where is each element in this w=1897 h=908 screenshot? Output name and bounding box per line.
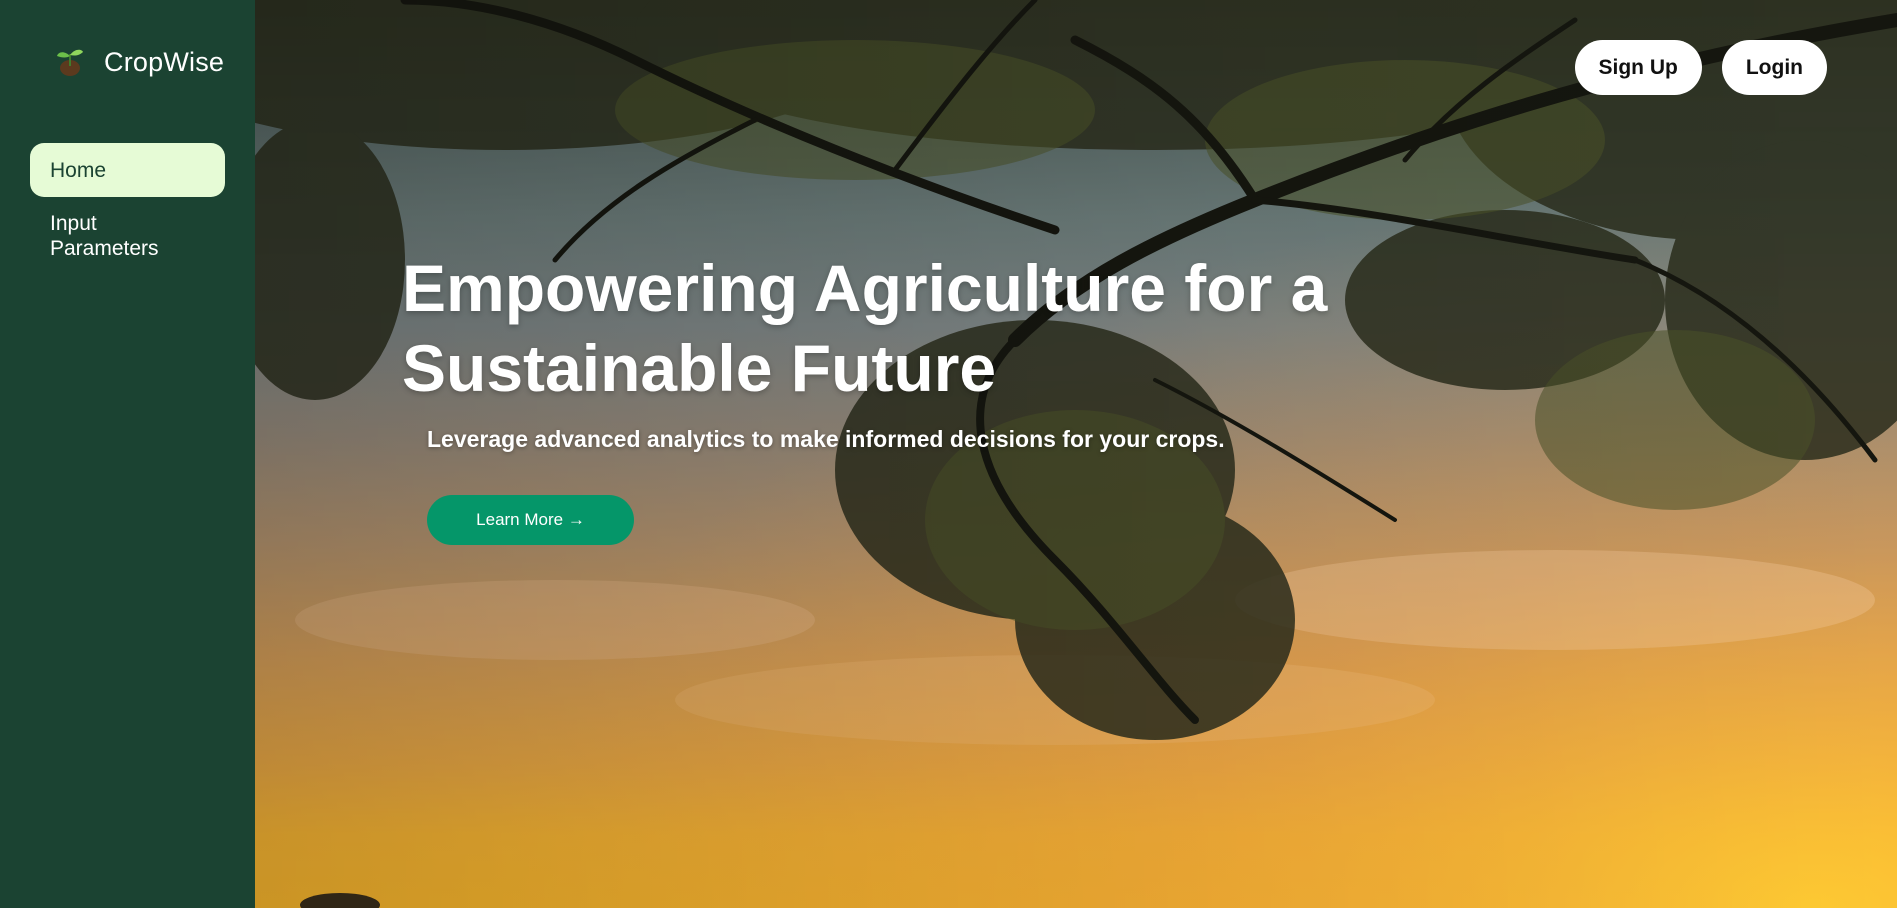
hero-section: Sign Up Login Empowering Agriculture for… [255, 0, 1897, 908]
sidebar: CropWise Home Input Parameters [0, 0, 255, 908]
hero-overlay [255, 0, 1897, 908]
login-button[interactable]: Login [1721, 40, 1827, 95]
sidebar-nav: Home Input Parameters [30, 143, 225, 275]
sidebar-item-home[interactable]: Home [30, 143, 225, 197]
auth-buttons: Sign Up Login [1574, 40, 1827, 95]
brand-name: CropWise [104, 46, 225, 77]
sign-up-button[interactable]: Sign Up [1574, 40, 1702, 95]
brand[interactable]: CropWise [52, 44, 224, 80]
app-root: CropWise Home Input Parameters Sign Up L… [0, 0, 1897, 908]
sprout-logo-icon [57, 49, 83, 76]
sidebar-item-input-parameters[interactable]: Input Parameters [30, 211, 225, 275]
learn-more-button[interactable]: Learn More → [427, 495, 634, 545]
hero-subtitle: Leverage advanced analytics to make info… [427, 426, 1225, 452]
hero-headline: Empowering Agriculture for a Sustainable… [402, 251, 1328, 405]
